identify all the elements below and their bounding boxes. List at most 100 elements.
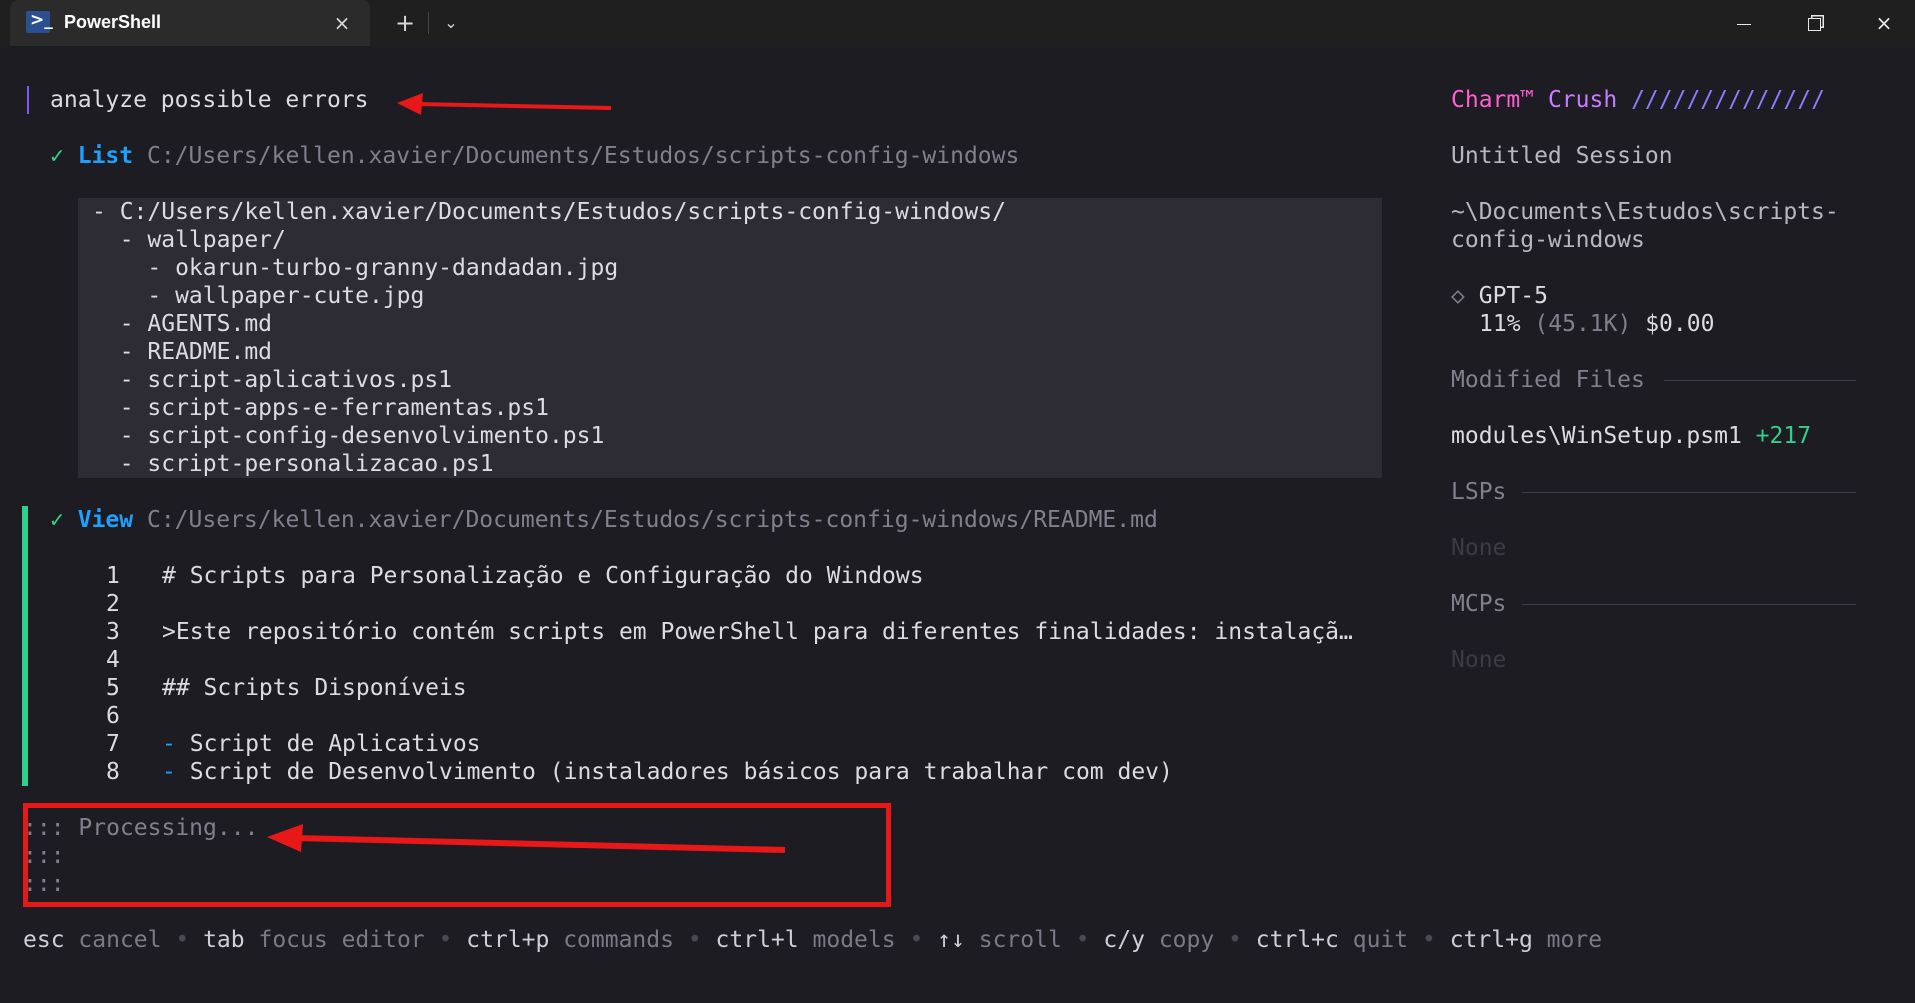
title-bar: >_ PowerShell × + ⌄ ×	[0, 0, 1915, 46]
code-line: >Este repositório contém scripts em Powe…	[162, 619, 1353, 645]
working-directory: ~\Documents\Estudos\scripts-	[1451, 199, 1839, 225]
modified-file-name: modules\WinSetup.psm1	[1451, 423, 1742, 449]
maximize-icon	[1807, 18, 1821, 31]
list-bullet: -	[162, 731, 176, 757]
list-item: - script-personalizacao.ps1	[92, 451, 494, 477]
modified-file-row: modules\WinSetup.psm1 +217	[1451, 422, 1811, 450]
check-icon: ✓	[50, 507, 64, 533]
list-item: - okarun-turbo-granny-dandadan.jpg	[92, 255, 619, 281]
brand-logo: Charm™ Crush //////////////	[1451, 86, 1825, 114]
help-separator: •	[438, 927, 453, 953]
help-desc: quit	[1352, 927, 1409, 953]
help-separator: •	[1421, 927, 1436, 953]
brand-slashes: //////////////	[1631, 87, 1825, 113]
help-separator: •	[1228, 927, 1242, 953]
list-item: - AGENTS.md	[92, 311, 273, 337]
modified-file-delta: +217	[1755, 423, 1812, 449]
help-desc: cancel	[78, 927, 162, 953]
code-line: # Scripts para Personalização e Configur…	[162, 563, 924, 589]
line-number: 7	[106, 731, 120, 757]
view-tool-header: ✓ View C:/Users/kellen.xavier/Documents/…	[50, 506, 1158, 534]
check-icon: ✓	[50, 143, 64, 169]
list-item: - script-aplicativos.ps1	[92, 367, 453, 393]
list-item: - wallpaper-cute.jpg	[92, 283, 425, 309]
model-name-row: ◇ GPT-5	[1451, 282, 1548, 310]
minimize-icon	[1737, 24, 1751, 25]
list-tool-path: C:/Users/kellen.xavier/Documents/Estudos…	[146, 143, 1020, 169]
lsps-value: None	[1451, 535, 1507, 561]
usage-percent: 11%	[1479, 311, 1521, 337]
help-desc: focus editor	[258, 927, 425, 953]
brand-charm: Charm™	[1451, 87, 1535, 113]
help-key: ctrl+p	[466, 927, 550, 953]
user-prompt: analyze possible errors	[50, 87, 369, 113]
code-line: ## Scripts Disponíveis	[162, 675, 467, 701]
line-number: 4	[106, 647, 120, 673]
help-separator: •	[175, 927, 190, 953]
help-key: ctrl+c	[1255, 927, 1339, 953]
prompt-indicator	[27, 86, 29, 114]
help-desc: models	[812, 927, 896, 953]
help-key: ↑↓	[937, 927, 965, 953]
session-title: Untitled Session	[1451, 143, 1673, 169]
model-usage: 11% (45.1K) $0.00	[1479, 310, 1714, 338]
view-tool-path: C:/Users/kellen.xavier/Documents/Estudos…	[146, 507, 1158, 533]
tab-separator	[428, 12, 429, 34]
token-count: (45.1K)	[1534, 311, 1632, 337]
help-desc: copy	[1158, 927, 1215, 953]
tab-title: PowerShell	[64, 12, 162, 32]
line-number: 8	[106, 759, 120, 785]
list-tool-label: List	[77, 143, 134, 169]
help-desc: more	[1546, 927, 1603, 953]
help-bar: esc cancel • tab focus editor • ctrl+p c…	[23, 926, 1602, 954]
list-bullet: -	[162, 759, 176, 785]
working-directory-cont: config-windows	[1451, 227, 1645, 253]
help-separator: •	[687, 927, 702, 953]
line-number: 3	[106, 619, 120, 645]
lsps-heading: LSPs	[1451, 479, 1507, 505]
line-number: 6	[106, 703, 120, 729]
code-line-text: Script de Aplicativos	[189, 731, 481, 757]
tab-powershell[interactable]: >_ PowerShell ×	[10, 0, 370, 46]
mcps-heading: MCPs	[1451, 591, 1507, 617]
help-separator: •	[909, 927, 924, 953]
help-key: c/y	[1103, 927, 1145, 953]
help-key: esc	[23, 927, 65, 953]
list-output: - C:/Users/kellen.xavier/Documents/Estud…	[78, 198, 1382, 478]
list-tool-header: ✓ List C:/Users/kellen.xavier/Documents/…	[50, 142, 1019, 170]
diamond-icon: ◇	[1451, 283, 1465, 309]
help-desc: scroll	[978, 927, 1062, 953]
divider	[1522, 604, 1856, 605]
line-number: 5	[106, 675, 120, 701]
code-line: - Script de Desenvolvimento (instaladore…	[162, 758, 1173, 786]
powershell-icon: >_	[26, 10, 53, 33]
close-tab-icon[interactable]: ×	[328, 9, 356, 37]
code-line-text: Script de Desenvolvimento (instaladores …	[189, 759, 1173, 785]
help-separator: •	[1075, 927, 1090, 953]
divider	[1664, 380, 1856, 381]
annotation-arrow	[397, 93, 612, 115]
divider	[1522, 492, 1856, 493]
chevron-down-icon[interactable]: ⌄	[436, 9, 466, 37]
list-item: - script-apps-e-ferramentas.ps1	[92, 395, 549, 421]
view-tool-label: View	[77, 507, 134, 533]
new-tab-button[interactable]: +	[390, 9, 420, 37]
modified-files-heading: Modified Files	[1451, 367, 1645, 393]
maximize-button[interactable]	[1784, 0, 1844, 46]
close-window-button[interactable]: ×	[1854, 0, 1914, 46]
line-number: 1	[106, 563, 120, 589]
model-name: GPT-5	[1478, 283, 1548, 309]
help-key: ctrl+g	[1449, 927, 1533, 953]
brand-crush: Crush	[1547, 87, 1618, 113]
minimize-button[interactable]	[1714, 0, 1774, 46]
list-item: - wallpaper/	[92, 227, 286, 253]
annotation-arrow	[267, 824, 786, 853]
code-line: - Script de Aplicativos	[162, 730, 481, 758]
list-item: - README.md	[92, 339, 273, 365]
mcps-value: None	[1451, 647, 1507, 673]
list-item: - script-config-desenvolvimento.ps1	[92, 423, 605, 449]
line-number: 2	[106, 591, 120, 617]
help-key: ctrl+l	[715, 927, 799, 953]
list-item: - C:/Users/kellen.xavier/Documents/Estud…	[92, 199, 1006, 225]
help-key: tab	[203, 927, 245, 953]
